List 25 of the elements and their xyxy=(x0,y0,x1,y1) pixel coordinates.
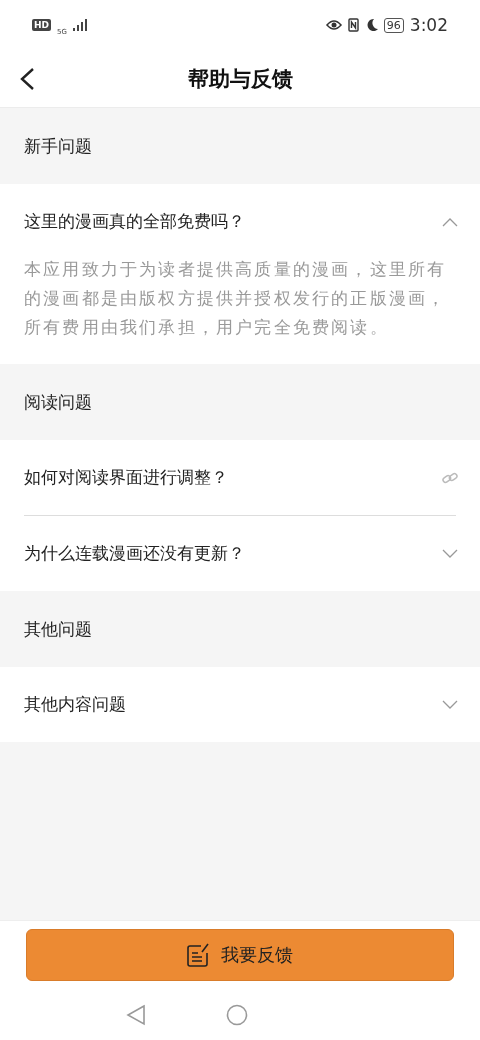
answer-text: 本应用致力于为读者提供高质量的漫画，这里所有的漫画都是由版权方提供并授权发行的正版漫画，所有费用由我们承担，用户完全免费阅读。 xyxy=(23,259,448,339)
question-item[interactable]: 其他内容问题 xyxy=(0,667,480,742)
section-heading: 阅读问题 xyxy=(23,390,93,414)
hd-badge: HD xyxy=(32,19,51,31)
page-title: 帮助与反馈 xyxy=(187,64,293,93)
question-text: 为什么连载漫画还没有更新？ xyxy=(24,542,246,565)
signal-icon xyxy=(72,19,87,31)
edit-note-icon xyxy=(187,943,209,967)
question-item[interactable]: 这里的漫画真的全部免费吗？ xyxy=(0,184,480,259)
nav-back-icon xyxy=(126,1004,146,1026)
question-text: 其他内容问题 xyxy=(24,693,127,716)
back-icon[interactable] xyxy=(18,67,36,91)
feedback-button[interactable]: 我要反馈 xyxy=(26,929,454,981)
section-heading: 新手问题 xyxy=(23,134,93,158)
question-item[interactable]: 如何对阅读界面进行调整？ xyxy=(0,440,480,515)
section-heading: 其他问题 xyxy=(23,617,93,641)
nav-home-icon xyxy=(226,1004,248,1026)
eye-icon xyxy=(325,19,342,31)
question-text: 这里的漫画真的全部免费吗？ xyxy=(24,210,246,233)
battery-level: 96 xyxy=(383,17,404,33)
question-text: 如何对阅读界面进行调整？ xyxy=(24,466,229,489)
nfc-icon xyxy=(347,18,359,32)
clock-time: 3:02 xyxy=(409,15,448,35)
link-icon xyxy=(442,470,458,485)
question-item[interactable]: 为什么连载漫画还没有更新？ xyxy=(0,516,480,591)
